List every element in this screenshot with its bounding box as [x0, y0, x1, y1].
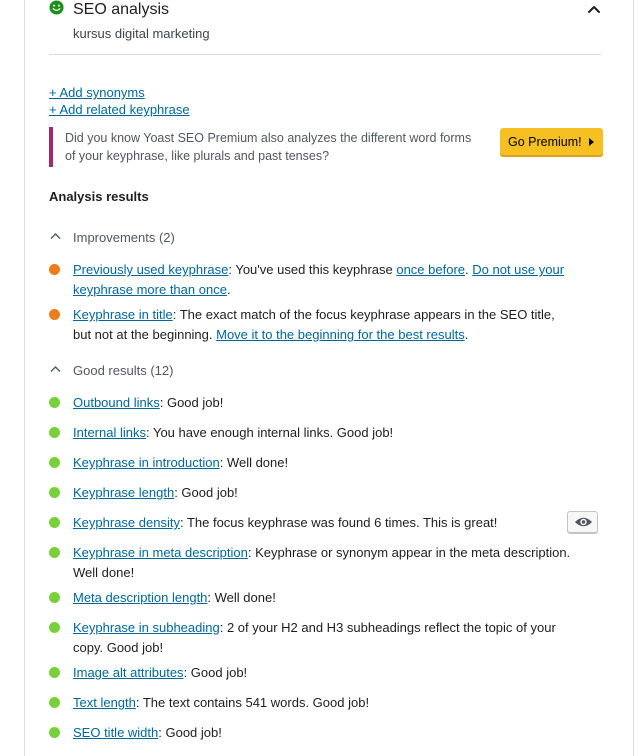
text-length-link[interactable]: Text length	[73, 695, 136, 710]
add-related-keyphrase-link[interactable]: + Add related keyphrase	[49, 101, 190, 118]
problem-bullet-icon	[49, 264, 60, 275]
chevron-up-icon	[50, 233, 61, 239]
good-bullet-icon	[49, 517, 60, 528]
premium-upsell: Did you know Yoast SEO Premium also anal…	[49, 127, 603, 167]
good-results-label: Good results (12)	[73, 363, 174, 378]
good-bullet-icon	[49, 727, 60, 738]
problem-bullet-icon	[49, 309, 60, 320]
keyphrase-length-link[interactable]: Keyphrase length	[73, 485, 174, 500]
chevron-up-icon	[50, 366, 61, 372]
focus-keyphrase: kursus digital marketing	[73, 26, 210, 41]
seo-analysis-panel: SEO analysis kursus digital marketing + …	[24, 0, 634, 756]
keyphrase-in-introduction-link[interactable]: Keyphrase in introduction	[73, 455, 220, 470]
good-bullet-icon	[49, 397, 60, 408]
keyphrase-in-title-link[interactable]: Keyphrase in title	[73, 307, 173, 322]
once-before-link[interactable]: once before	[396, 262, 465, 277]
outbound-links-link[interactable]: Outbound links	[73, 395, 160, 410]
good-bullet-icon	[49, 547, 60, 558]
keyphrase-in-meta-description-link[interactable]: Keyphrase in meta description	[73, 545, 248, 560]
improvements-label: Improvements (2)	[73, 230, 175, 245]
eye-icon	[574, 517, 593, 527]
go-premium-button[interactable]: Go Premium!	[500, 128, 603, 157]
meta-description-length-link[interactable]: Meta description length	[73, 590, 207, 605]
analysis-results-heading: Analysis results	[49, 189, 149, 204]
section-title: SEO analysis	[73, 1, 170, 18]
keyphrase-in-subheading-link[interactable]: Keyphrase in subheading	[73, 620, 220, 635]
good-bullet-icon	[49, 622, 60, 633]
premium-text: Did you know Yoast SEO Premium also anal…	[65, 131, 472, 163]
keyphrase-density-link[interactable]: Keyphrase density	[73, 515, 180, 530]
good-bullet-icon	[49, 487, 60, 498]
image-alt-attributes-link[interactable]: Image alt attributes	[73, 665, 184, 680]
internal-links-link[interactable]: Internal links	[73, 425, 146, 440]
good-bullet-icon	[49, 592, 60, 603]
caret-right-icon	[589, 138, 594, 146]
good-bullet-icon	[49, 457, 60, 468]
smiley-icon	[49, 0, 64, 15]
add-synonyms-link[interactable]: + Add synonyms	[49, 84, 145, 101]
go-premium-label: Go Premium!	[508, 135, 582, 149]
highlight-toggle-button[interactable]	[567, 511, 598, 533]
previously-used-keyphrase-link[interactable]: Previously used keyphrase	[73, 262, 228, 277]
good-bullet-icon	[49, 427, 60, 438]
seo-title-width-link[interactable]: SEO title width	[73, 725, 158, 740]
good-bullet-icon	[49, 667, 60, 678]
good-bullet-icon	[49, 697, 60, 708]
seo-analysis-header[interactable]: SEO analysis kursus digital marketing	[49, 0, 601, 55]
move-to-beginning-link[interactable]: Move it to the beginning for the best re…	[216, 327, 465, 342]
chevron-up-icon[interactable]	[587, 2, 601, 16]
